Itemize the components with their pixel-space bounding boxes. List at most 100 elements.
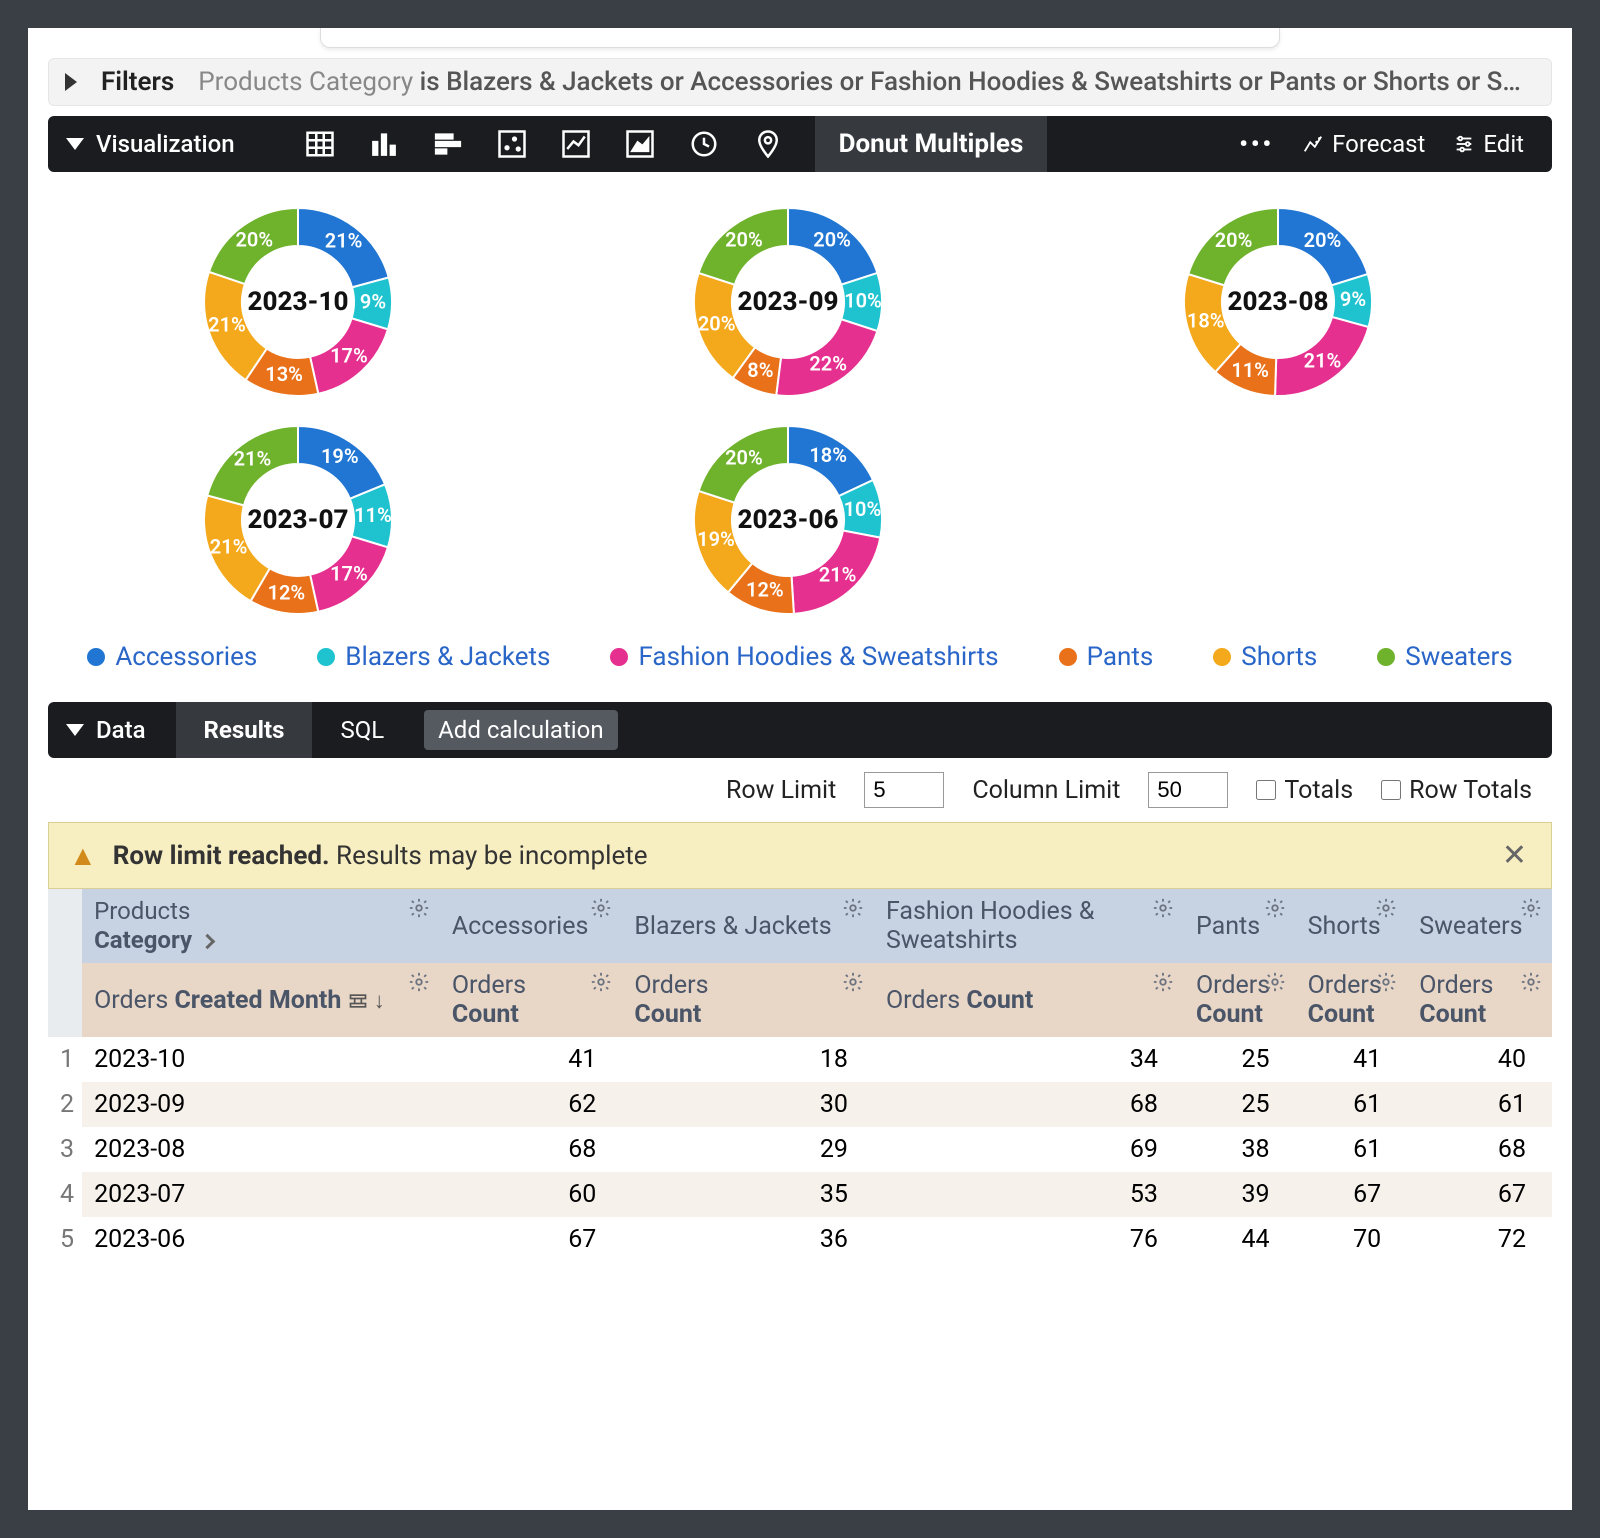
table-vis-icon[interactable] bbox=[305, 131, 335, 157]
legend-item-hoodies[interactable]: Fashion Hoodies & Sweatshirts bbox=[610, 642, 998, 672]
gear-icon[interactable] bbox=[408, 897, 430, 926]
cell-value[interactable]: 67 bbox=[440, 1217, 623, 1262]
donut-chart[interactable]: 21%9%17%13%21%20% 2023-10 bbox=[198, 202, 398, 402]
legend-item-pants[interactable]: Pants bbox=[1059, 642, 1154, 672]
donut-chart[interactable]: 20%10%22%8%20%20% 2023-09 bbox=[688, 202, 888, 402]
cell-value[interactable]: 67 bbox=[1296, 1172, 1408, 1217]
cat-header[interactable]: Fashion Hoodies & Sweatshirts bbox=[874, 889, 1184, 963]
edit-button[interactable]: Edit bbox=[1453, 130, 1524, 158]
measure-header[interactable]: Orders Count bbox=[1407, 963, 1552, 1037]
tab-results[interactable]: Results bbox=[176, 702, 313, 758]
cell-value[interactable]: 72 bbox=[1407, 1217, 1552, 1262]
measure-header[interactable]: Orders Count bbox=[440, 963, 623, 1037]
gear-icon[interactable] bbox=[1152, 971, 1174, 1000]
more-vis-icon[interactable]: ••• bbox=[1239, 130, 1274, 158]
map-vis-icon[interactable] bbox=[753, 131, 783, 157]
cell-value[interactable]: 39 bbox=[1184, 1172, 1296, 1217]
donut-chart[interactable]: 20%9%21%11%18%20% 2023-08 bbox=[1178, 202, 1378, 402]
gear-icon[interactable] bbox=[842, 971, 864, 1000]
tab-sql[interactable]: SQL bbox=[312, 702, 412, 758]
legend-item-sweaters[interactable]: Sweaters bbox=[1377, 642, 1512, 672]
row-month[interactable]: 2023-10 bbox=[82, 1037, 440, 1082]
legend-item-shorts[interactable]: Shorts bbox=[1213, 642, 1317, 672]
gear-icon[interactable] bbox=[408, 971, 430, 1000]
cell-value[interactable]: 36 bbox=[622, 1217, 874, 1262]
cell-value[interactable]: 61 bbox=[1407, 1082, 1552, 1127]
line-vis-icon[interactable] bbox=[561, 131, 591, 157]
measure-header[interactable]: Orders Count bbox=[874, 963, 1184, 1037]
cat-header[interactable]: Blazers & Jackets bbox=[622, 889, 874, 963]
scatter-vis-icon[interactable] bbox=[497, 131, 527, 157]
row-dim-header[interactable]: Orders Created Month ↓ bbox=[82, 963, 440, 1037]
dot-icon bbox=[1213, 648, 1231, 666]
cell-value[interactable]: 60 bbox=[440, 1172, 623, 1217]
measure-header[interactable]: Orders Count bbox=[1296, 963, 1408, 1037]
cell-value[interactable]: 44 bbox=[1184, 1217, 1296, 1262]
cell-value[interactable]: 40 bbox=[1407, 1037, 1552, 1082]
pivot-dim-header[interactable]: ProductsCategory bbox=[82, 889, 440, 963]
gear-icon[interactable] bbox=[842, 897, 864, 926]
selected-visualization[interactable]: Donut Multiples bbox=[815, 116, 1048, 172]
gear-icon[interactable] bbox=[1264, 897, 1286, 926]
cell-value[interactable]: 25 bbox=[1184, 1082, 1296, 1127]
data-label[interactable]: Data bbox=[96, 716, 146, 744]
row-totals-checkbox[interactable]: Row Totals bbox=[1381, 776, 1532, 805]
donut-chart[interactable]: 19%11%17%12%21%21% 2023-07 bbox=[198, 420, 398, 620]
close-icon[interactable]: ✕ bbox=[1502, 838, 1527, 873]
cell-value[interactable]: 68 bbox=[1407, 1127, 1552, 1172]
cell-value[interactable]: 25 bbox=[1184, 1037, 1296, 1082]
cell-value[interactable]: 70 bbox=[1296, 1217, 1408, 1262]
row-month[interactable]: 2023-09 bbox=[82, 1082, 440, 1127]
visualization-label[interactable]: Visualization bbox=[96, 130, 235, 158]
gear-icon[interactable] bbox=[1264, 971, 1286, 1000]
cell-value[interactable]: 41 bbox=[440, 1037, 623, 1082]
gear-icon[interactable] bbox=[590, 897, 612, 926]
cell-value[interactable]: 68 bbox=[874, 1082, 1184, 1127]
gear-icon[interactable] bbox=[1152, 897, 1174, 926]
cell-value[interactable]: 68 bbox=[440, 1127, 623, 1172]
timeline-vis-icon[interactable] bbox=[689, 131, 719, 157]
gear-icon[interactable] bbox=[590, 971, 612, 1000]
legend-item-blazers[interactable]: Blazers & Jackets bbox=[317, 642, 550, 672]
gear-icon[interactable] bbox=[1375, 971, 1397, 1000]
row-month[interactable]: 2023-06 bbox=[82, 1217, 440, 1262]
cell-value[interactable]: 18 bbox=[622, 1037, 874, 1082]
bar-vis-icon[interactable] bbox=[433, 131, 463, 157]
cat-header[interactable]: Accessories bbox=[440, 889, 623, 963]
cat-header[interactable]: Sweaters bbox=[1407, 889, 1552, 963]
filters-bar[interactable]: Filters Products Category is Blazers & J… bbox=[48, 58, 1552, 106]
cell-value[interactable]: 61 bbox=[1296, 1082, 1408, 1127]
totals-checkbox[interactable]: Totals bbox=[1256, 776, 1353, 805]
cell-value[interactable]: 41 bbox=[1296, 1037, 1408, 1082]
cell-value[interactable]: 61 bbox=[1296, 1127, 1408, 1172]
forecast-button[interactable]: Forecast bbox=[1302, 130, 1425, 158]
area-vis-icon[interactable] bbox=[625, 131, 655, 157]
row-month[interactable]: 2023-07 bbox=[82, 1172, 440, 1217]
cell-value[interactable]: 30 bbox=[622, 1082, 874, 1127]
cell-value[interactable]: 69 bbox=[874, 1127, 1184, 1172]
cell-value[interactable]: 29 bbox=[622, 1127, 874, 1172]
legend-item-accessories[interactable]: Accessories bbox=[87, 642, 257, 672]
caret-down-icon[interactable] bbox=[66, 724, 84, 736]
gear-icon[interactable] bbox=[1375, 897, 1397, 926]
measure-header[interactable]: Orders Count bbox=[622, 963, 874, 1037]
row-limit-input[interactable] bbox=[864, 772, 944, 808]
gear-icon[interactable] bbox=[1520, 971, 1542, 1000]
cell-value[interactable]: 62 bbox=[440, 1082, 623, 1127]
column-limit-input[interactable] bbox=[1148, 772, 1228, 808]
cell-value[interactable]: 67 bbox=[1407, 1172, 1552, 1217]
column-vis-icon[interactable] bbox=[369, 131, 399, 157]
cat-header[interactable]: Pants bbox=[1184, 889, 1296, 963]
cell-value[interactable]: 34 bbox=[874, 1037, 1184, 1082]
cell-value[interactable]: 76 bbox=[874, 1217, 1184, 1262]
cell-value[interactable]: 35 bbox=[622, 1172, 874, 1217]
cell-value[interactable]: 53 bbox=[874, 1172, 1184, 1217]
caret-down-icon[interactable] bbox=[66, 138, 84, 150]
donut-chart[interactable]: 18%10%21%12%19%20% 2023-06 bbox=[688, 420, 888, 620]
row-month[interactable]: 2023-08 bbox=[82, 1127, 440, 1172]
measure-header[interactable]: Orders Count bbox=[1184, 963, 1296, 1037]
cat-header[interactable]: Shorts bbox=[1296, 889, 1408, 963]
add-calculation-button[interactable]: Add calculation bbox=[424, 710, 617, 750]
gear-icon[interactable] bbox=[1520, 897, 1542, 926]
cell-value[interactable]: 38 bbox=[1184, 1127, 1296, 1172]
